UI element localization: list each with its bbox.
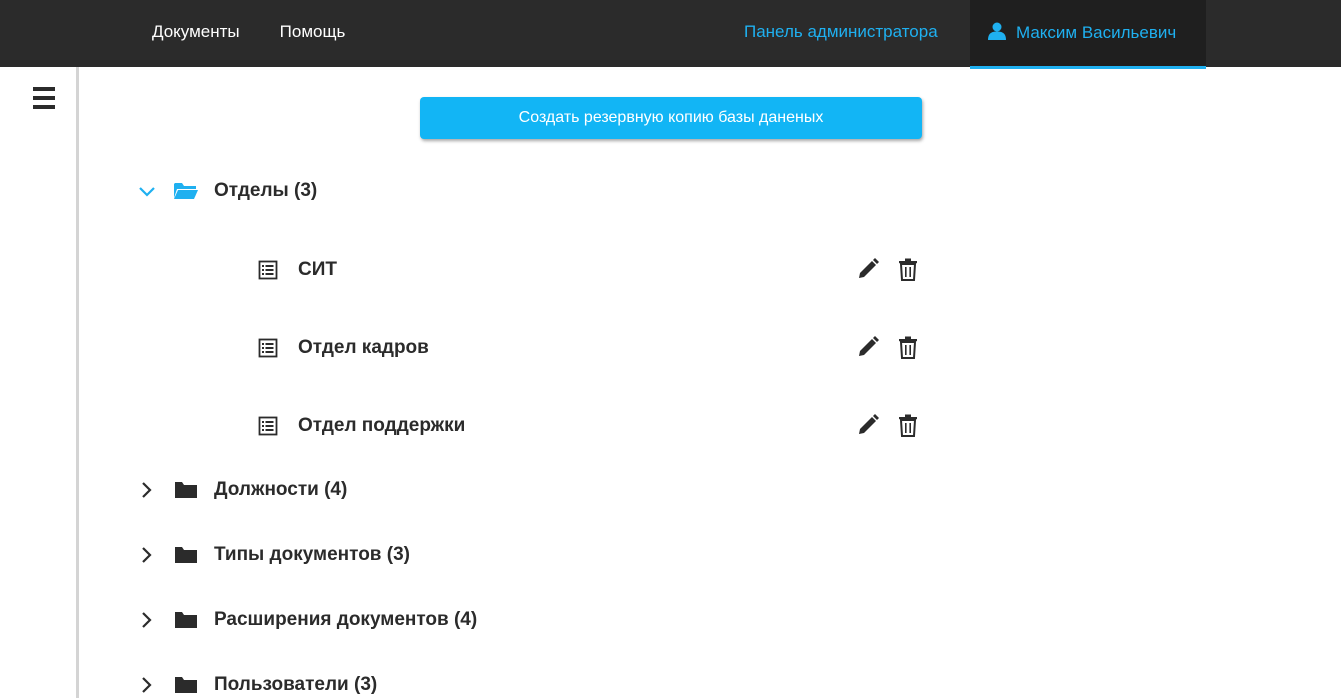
item-actions [856, 257, 920, 281]
tree-category-users[interactable]: Пользователи (3) [137, 670, 377, 700]
item-actions [856, 413, 920, 437]
chevron-right-icon[interactable] [137, 545, 157, 565]
folder-icon [175, 482, 197, 498]
tree-category-label: Расширения документов (4) [214, 609, 478, 630]
tree-category-document-types[interactable]: Типы документов (3) [137, 540, 410, 570]
tree-category-document-extensions[interactable]: Расширения документов (4) [137, 605, 477, 635]
pencil-icon[interactable] [856, 413, 880, 437]
user-icon [988, 22, 1006, 40]
trash-icon[interactable] [896, 257, 920, 281]
nav-admin-panel-link[interactable]: Панель администратора [744, 0, 938, 63]
tree-item-label: Отдел поддержки [298, 415, 466, 436]
pencil-icon[interactable] [856, 335, 880, 359]
tree-item: Отдел кадров [258, 333, 928, 363]
tree-item: Отдел поддержки [258, 411, 928, 441]
tree-category-label: Типы документов (3) [214, 544, 410, 565]
list-document-icon [258, 260, 278, 280]
list-document-icon [258, 416, 278, 436]
main-nav: Документы Помощь [152, 0, 385, 63]
user-menu[interactable]: Максим Васильевич [970, 0, 1206, 69]
trash-icon[interactable] [896, 335, 920, 359]
tree-item-label: СИТ [298, 259, 337, 280]
tree-item: СИТ [258, 255, 928, 285]
trash-icon[interactable] [896, 413, 920, 437]
chevron-right-icon[interactable] [137, 480, 157, 500]
tree-category-departments[interactable]: Отделы (3) [137, 176, 317, 206]
folder-open-icon [174, 183, 198, 199]
chevron-right-icon[interactable] [137, 675, 157, 695]
tree-category-label: Отделы (3) [214, 180, 318, 201]
folder-icon [175, 547, 197, 563]
tree-category-label: Пользователи (3) [214, 674, 378, 695]
tree-item-label: Отдел кадров [298, 337, 429, 358]
pencil-icon[interactable] [856, 257, 880, 281]
chevron-down-icon[interactable] [137, 181, 157, 201]
backup-database-button[interactable]: Создать резервную копию базы даненых [420, 97, 922, 139]
folder-icon [175, 677, 197, 693]
nav-documents-link[interactable]: Документы [152, 22, 240, 42]
hamburger-icon[interactable] [33, 87, 55, 111]
item-actions [856, 335, 920, 359]
tree-category-positions[interactable]: Должности (4) [137, 475, 347, 505]
top-navbar: Документы Помощь Панель администратора М… [0, 0, 1341, 69]
user-name: Максим Васильевич [1016, 23, 1177, 42]
sidebar [0, 67, 79, 698]
tree-category-label: Должности (4) [214, 479, 348, 500]
nav-help-link[interactable]: Помощь [280, 22, 346, 42]
chevron-right-icon[interactable] [137, 610, 157, 630]
folder-icon [175, 612, 197, 628]
list-document-icon [258, 338, 278, 358]
